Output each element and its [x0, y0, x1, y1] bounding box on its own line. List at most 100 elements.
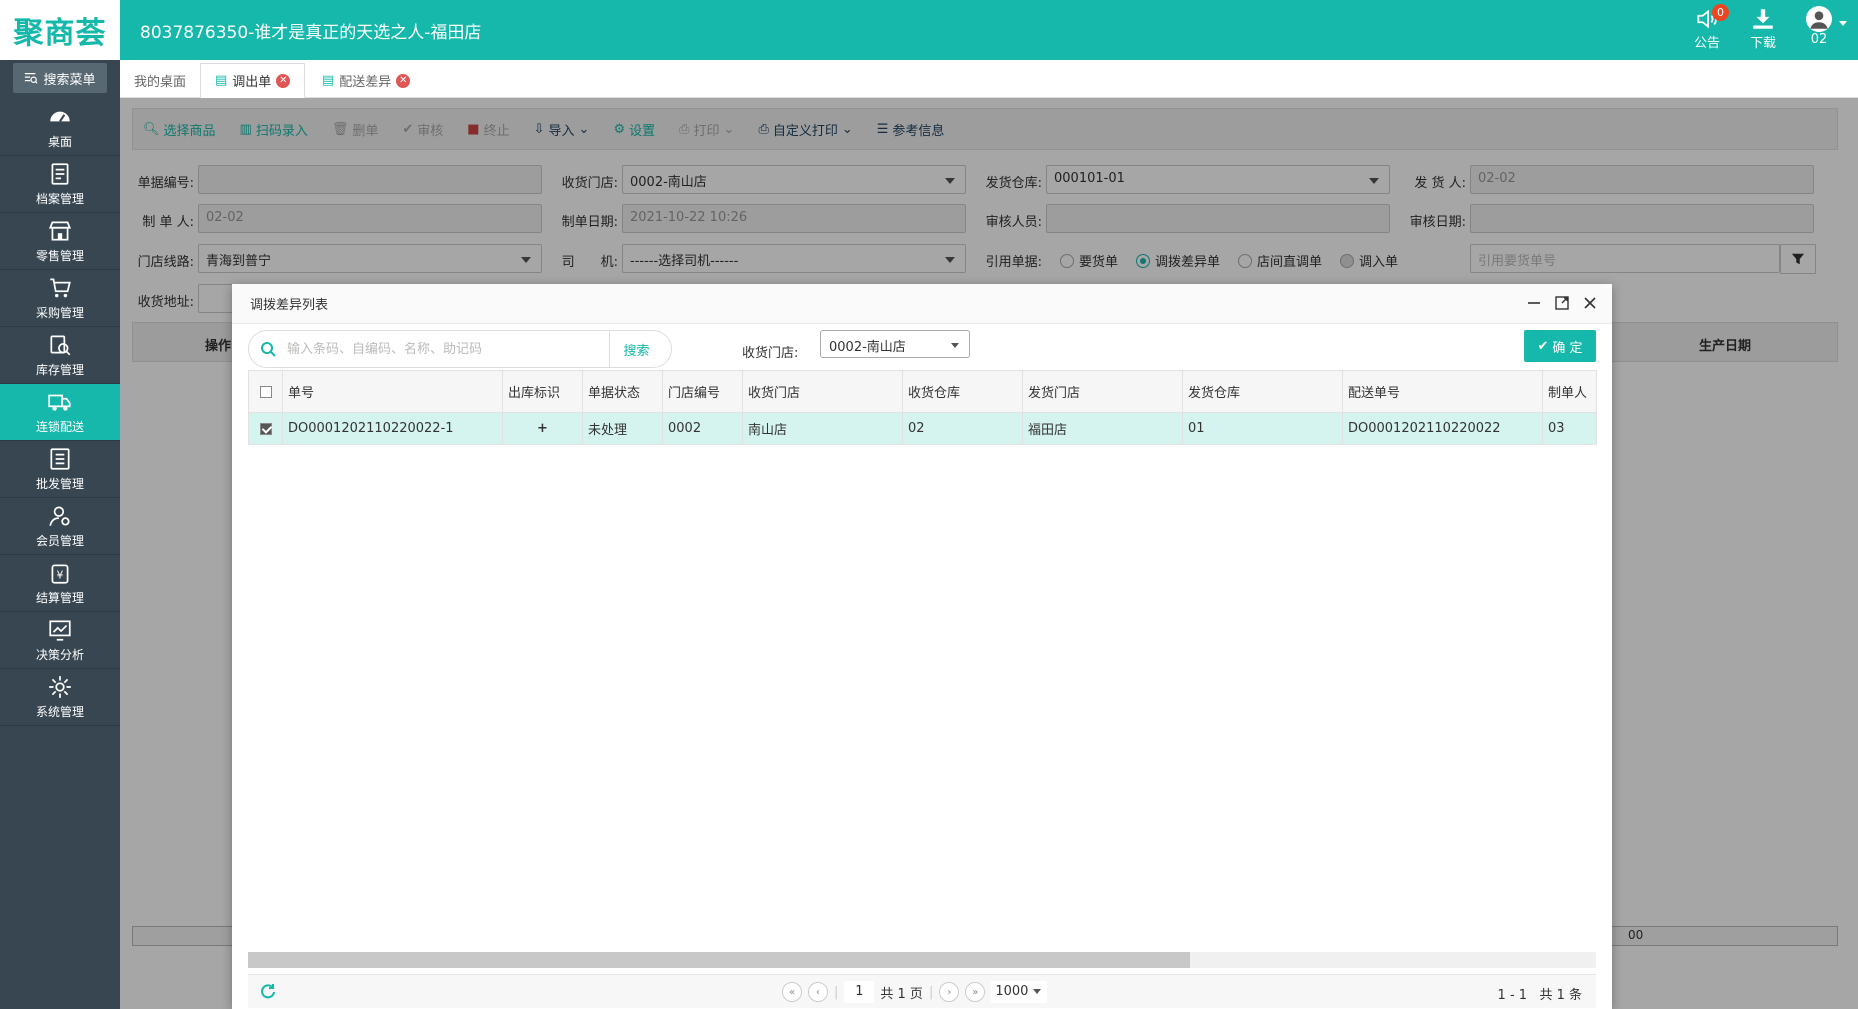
- store-icon: [48, 221, 72, 241]
- prev-page-button[interactable]: ‹: [808, 982, 828, 1002]
- scrollbar-thumb[interactable]: [248, 952, 1190, 968]
- modal-store-select[interactable]: 0002-南山店: [820, 330, 970, 358]
- search-icon: [249, 341, 287, 357]
- user-menu[interactable]: 02: [1806, 6, 1832, 47]
- record-total: 共 1 条: [1539, 988, 1582, 1003]
- confirm-label: 确 定: [1552, 340, 1583, 356]
- tab-transfer-out[interactable]: ▤ 调出单 ✕: [200, 63, 306, 98]
- delivery-no-cell: DO0001202110220022: [1342, 412, 1543, 445]
- user-label: 02: [1810, 32, 1828, 47]
- col-out-flag[interactable]: 出库标识: [502, 370, 583, 413]
- sidebar-item-label: 桌面: [47, 135, 72, 149]
- sidebar-item-1[interactable]: 桌面: [0, 99, 120, 156]
- menu-search-icon: [25, 73, 39, 84]
- maker-cell: 03: [1542, 412, 1597, 445]
- first-page-button[interactable]: «: [782, 982, 802, 1002]
- table-row[interactable]: DO0001202110220022-1 + 未处理 0002 南山店 02 福…: [248, 412, 1597, 445]
- sidebar-item-label: 会员管理: [35, 534, 84, 548]
- modal-controls: [1526, 295, 1598, 311]
- select-all-checkbox[interactable]: [259, 385, 272, 398]
- close-icon[interactable]: ✕: [396, 73, 411, 88]
- search-input[interactable]: [287, 341, 609, 357]
- modal-search-box: 搜索: [248, 330, 672, 368]
- sidebar-item-9[interactable]: ¥ 结算管理: [0, 555, 120, 612]
- page-size-select[interactable]: 1000: [991, 981, 1048, 1003]
- download-label: 下载: [1749, 36, 1776, 51]
- col-status[interactable]: 单据状态: [582, 370, 663, 413]
- dashboard-icon: [50, 111, 70, 122]
- col-send-wh[interactable]: 发货仓库: [1182, 370, 1343, 413]
- cart-icon: [50, 278, 71, 298]
- sidebar-item-label: 系统管理: [35, 705, 84, 719]
- sidebar-item-4[interactable]: 采购管理: [0, 270, 120, 327]
- close-icon[interactable]: [1582, 295, 1598, 311]
- col-send-store[interactable]: 发货门店: [1022, 370, 1183, 413]
- modal-title: 调拨差异列表: [250, 298, 329, 313]
- modal-store-label: 收货门店:: [742, 346, 799, 361]
- svg-text:¥: ¥: [57, 568, 64, 581]
- table-header-row: 单号 出库标识 单据状态 门店编号 收货门店 收货仓库 发货门店 发货仓库 配送…: [248, 370, 1597, 413]
- col-recv-wh[interactable]: 收货仓库: [902, 370, 1023, 413]
- tab-label: 调出单: [232, 75, 272, 90]
- chevron-down-icon[interactable]: [1838, 18, 1848, 28]
- document-icon: ▤: [215, 73, 228, 88]
- file-icon: [51, 163, 69, 185]
- last-page-button[interactable]: »: [965, 982, 986, 1002]
- stock-search-icon: [50, 335, 71, 356]
- divider: |: [928, 984, 934, 1000]
- send-wh-cell: 01: [1182, 412, 1343, 445]
- tab-delivery-diff[interactable]: ▤ 配送差异 ✕: [308, 63, 424, 98]
- maximize-icon[interactable]: [1554, 295, 1570, 311]
- out-flag-cell[interactable]: +: [502, 412, 583, 445]
- sidebar-item-label: 档案管理: [35, 192, 84, 206]
- notice-button[interactable]: 0 公告: [1693, 4, 1729, 51]
- page-input[interactable]: 1: [844, 981, 875, 1003]
- sidebar-item-2[interactable]: 档案管理: [0, 156, 120, 213]
- sidebar-item-5[interactable]: 库存管理: [0, 327, 120, 384]
- store-no-cell: 0002: [662, 412, 743, 445]
- sidebar-item-label: 结算管理: [35, 591, 84, 605]
- close-icon[interactable]: ✕: [276, 73, 291, 88]
- refresh-icon[interactable]: [260, 983, 276, 1003]
- transfer-diff-modal: 调拨差异列表 搜索 收货门店: 0002-南山店 ✔ 确 定 单号 出库标识 单…: [232, 284, 1612, 1009]
- sidebar-item-11[interactable]: 系统管理: [0, 669, 120, 726]
- settle-icon: ¥: [51, 564, 69, 584]
- sidebar-item-6[interactable]: 连锁配送: [0, 384, 120, 441]
- download-icon: [1753, 9, 1773, 29]
- horizontal-scrollbar[interactable]: [248, 952, 1596, 968]
- sidebar-item-label: 库存管理: [35, 363, 84, 377]
- doc-no-link[interactable]: DO0001202110220022-1: [282, 412, 503, 445]
- search-button[interactable]: 搜索: [609, 331, 663, 367]
- col-recv-store[interactable]: 收货门店: [742, 370, 903, 413]
- row-checkbox[interactable]: [259, 422, 272, 435]
- check-icon: ✔: [1537, 338, 1549, 354]
- modal-header: 调拨差异列表: [232, 284, 1612, 324]
- search-menu-label: 搜索菜单: [43, 72, 96, 88]
- top-bar: 聚商荟 8037876350-谁才是真正的天选之人-福田店 0 公告 下载 02: [0, 0, 1858, 60]
- col-doc-no[interactable]: 单号: [282, 370, 503, 413]
- sidebar-item-3[interactable]: 零售管理: [0, 213, 120, 270]
- col-store-no[interactable]: 门店编号: [662, 370, 743, 413]
- next-page-button[interactable]: ›: [939, 982, 960, 1002]
- sidebar-item-label: 连锁配送: [35, 420, 84, 434]
- tab-desktop[interactable]: 我的桌面: [120, 63, 200, 98]
- sidebar-item-10[interactable]: 决策分析: [0, 612, 120, 669]
- sidebar-item-label: 采购管理: [35, 306, 84, 320]
- download-button[interactable]: 下载: [1750, 6, 1776, 51]
- confirm-button[interactable]: ✔ 确 定: [1524, 330, 1596, 362]
- row-select-cell: [248, 412, 283, 445]
- notice-label: 公告: [1693, 36, 1720, 51]
- notice-badge: 0: [1711, 4, 1729, 21]
- truck-icon: [48, 394, 71, 411]
- member-icon: [49, 506, 70, 526]
- tab-label: 配送差异: [339, 75, 392, 90]
- sidebar-item-7[interactable]: 批发管理: [0, 441, 120, 498]
- divider: |: [834, 984, 839, 1000]
- store-title: 8037876350-谁才是真正的天选之人-福田店: [140, 23, 482, 43]
- sidebar-item-8[interactable]: 会员管理: [0, 498, 120, 555]
- record-range: 1 - 1: [1497, 988, 1528, 1003]
- col-delivery-no[interactable]: 配送单号: [1342, 370, 1543, 413]
- minimize-icon[interactable]: [1526, 295, 1542, 311]
- search-menu-button[interactable]: 搜索菜单: [13, 63, 107, 93]
- col-maker[interactable]: 制单人: [1542, 370, 1597, 413]
